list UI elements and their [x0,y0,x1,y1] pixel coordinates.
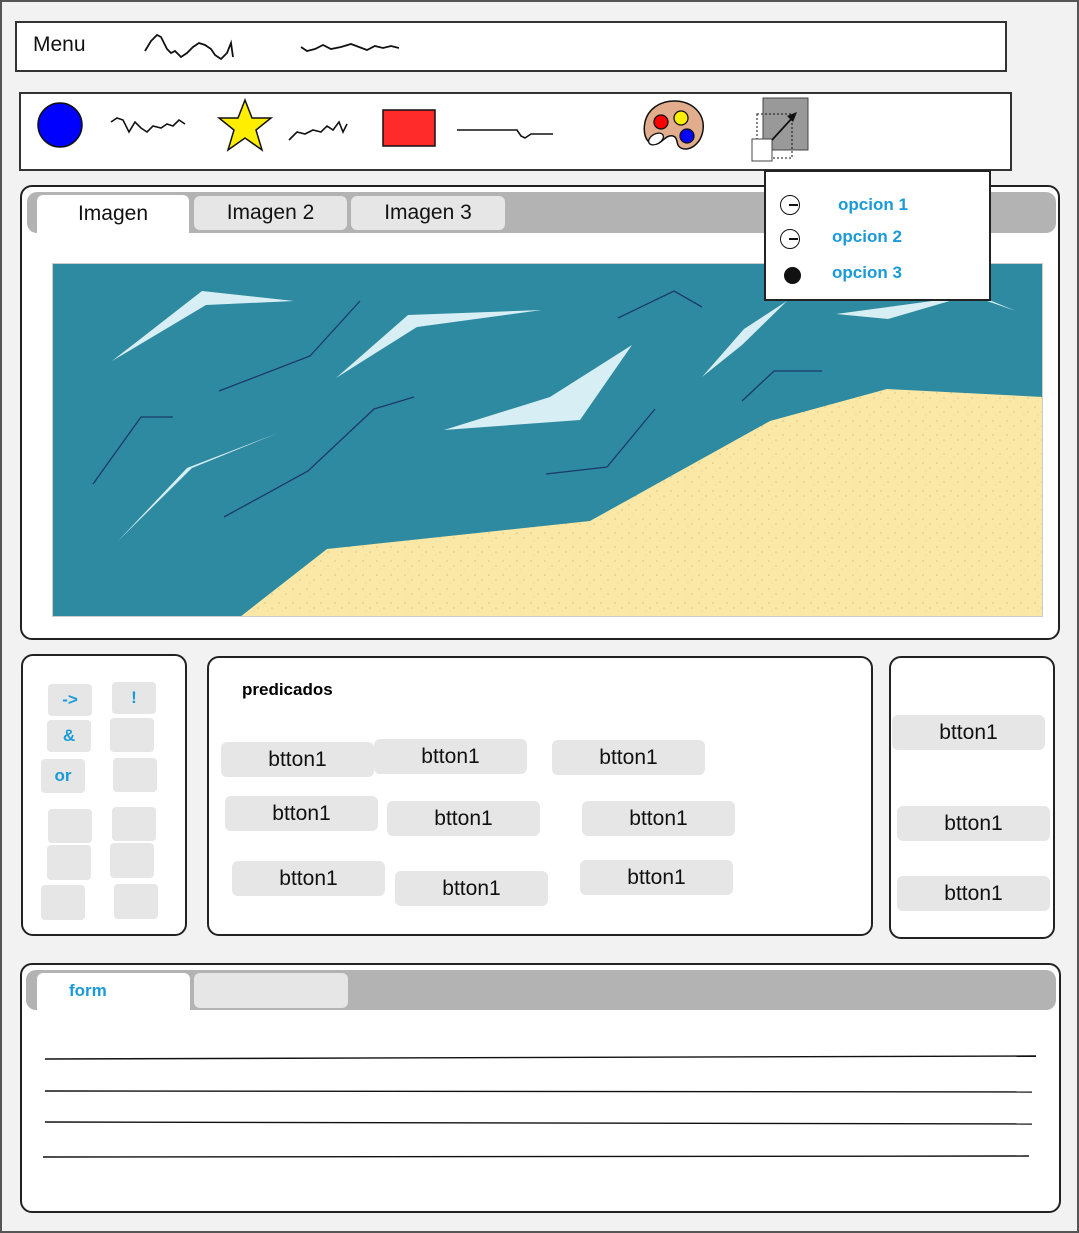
options-popup: opcion 1 opcion 2 opcion 3 [764,170,991,301]
right-panel-button[interactable]: btton1 [892,715,1045,750]
predicate-button[interactable]: btton1 [395,871,548,906]
operator-not-button[interactable]: ! [112,682,156,714]
operator-implies-button[interactable]: -> [48,684,92,716]
menu-label[interactable]: Menu [33,33,86,57]
predicate-button[interactable]: btton1 [221,742,374,777]
operator-empty-button[interactable] [110,718,154,752]
radio-option-2[interactable] [780,229,800,249]
predicates-title: predicados [242,680,333,699]
option-3-label[interactable]: opcion 3 [832,263,902,283]
scribble-icon [110,117,186,134]
predicates-panel: predicados btton1 btton1 btton1 btton1 b… [207,656,873,936]
operator-empty-button[interactable] [112,807,156,841]
rectangle-icon[interactable] [381,108,437,148]
right-panel: btton1 btton1 btton1 [889,656,1055,939]
app-window: Menu opcion 1 opcion 2 opcion 3 Imagen I… [0,0,1079,1233]
operator-or-button[interactable]: or [41,759,85,793]
circle-icon[interactable] [37,100,87,150]
tab-imagen-3[interactable]: Imagen 3 [351,196,505,230]
operator-empty-button[interactable] [41,885,85,920]
operator-and-button[interactable]: & [47,720,91,752]
beach-image [52,263,1043,617]
resize-icon[interactable] [749,96,811,166]
predicate-button[interactable]: btton1 [552,740,705,775]
toolbar [19,92,1012,171]
predicate-button[interactable]: btton1 [387,801,540,836]
predicate-button[interactable]: btton1 [374,739,527,774]
scribble-icon [288,120,348,141]
form-panel: form [20,963,1061,1213]
operator-empty-button[interactable] [113,758,157,792]
menu-bar[interactable]: Menu [15,21,1007,72]
predicate-button[interactable]: btton1 [582,801,735,836]
operator-empty-button[interactable] [114,884,158,919]
tab-form[interactable]: form [37,973,190,1011]
right-panel-button[interactable]: btton1 [897,806,1050,841]
star-icon[interactable] [217,98,273,154]
right-panel-button[interactable]: btton1 [897,876,1050,911]
form-lines[interactable] [42,1050,1042,1170]
predicate-button[interactable]: btton1 [225,796,378,831]
line-icon [457,129,553,139]
radio-option-1[interactable] [780,195,800,215]
option-1-label[interactable]: opcion 1 [838,195,908,215]
predicate-button[interactable]: btton1 [580,860,733,895]
palette-icon[interactable] [641,98,707,160]
operators-panel: -> ! & or [21,654,187,936]
predicate-button[interactable]: btton1 [232,861,385,896]
radio-option-3[interactable] [784,267,801,284]
operator-empty-button[interactable] [110,843,154,878]
option-2-label[interactable]: opcion 2 [832,227,902,247]
tab-imagen[interactable]: Imagen [37,195,189,233]
menu-placeholder-scribbles [144,33,400,61]
operator-empty-button[interactable] [48,809,92,843]
operator-empty-button[interactable] [47,845,91,880]
tab-imagen-2[interactable]: Imagen 2 [194,196,347,230]
tab-form-2[interactable] [194,973,348,1008]
